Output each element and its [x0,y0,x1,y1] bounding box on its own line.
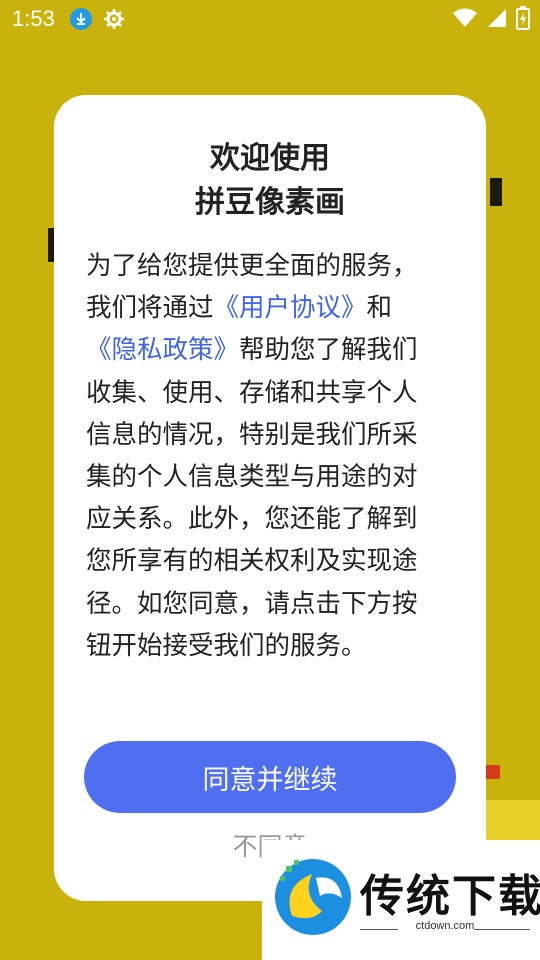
download-icon [70,8,92,30]
wifi-icon [453,8,477,27]
body-text-part3: 帮助您了解我们收集、使用、存储和共享个人信息的情况，特别是我们所采集的个人信息类… [86,335,418,661]
brand-logo-icon [275,859,351,935]
status-time: 1:53 [12,6,55,31]
background-decoration [490,178,502,206]
signal-icon [488,9,506,27]
battery-charging-icon [516,6,530,30]
privacy-dialog: 欢迎使用 拼豆像素画 为了给您提供更全面的服务，我们将通过《用户协议》和《隐私政… [54,95,486,901]
settings-icon [104,9,124,29]
watermark-divider [474,929,530,930]
dialog-title-line1: 欢迎使用 [210,141,330,176]
background-decoration [486,800,540,840]
background-decoration [486,765,500,779]
watermark-url: ctdown.com [415,920,475,932]
agree-continue-button[interactable]: 同意并继续 [84,741,456,813]
watermark: 传统下载 ctdown.com [262,840,540,960]
watermark-brand-text: 传统下载 [360,871,540,922]
body-text-part2: 和 [366,293,393,324]
status-bar: 1:53 [0,0,540,38]
dialog-title-line2: 拼豆像素画 [195,185,345,220]
dialog-title: 欢迎使用 拼豆像素画 [54,137,486,225]
privacy-policy-link[interactable]: 《隐私政策》 [86,335,239,365]
user-agreement-link[interactable]: 《用户协议》 [214,293,367,323]
dialog-body-text: 为了给您提供更全面的服务，我们将通过《用户协议》和《隐私政策》帮助您了解我们收集… [86,245,442,667]
